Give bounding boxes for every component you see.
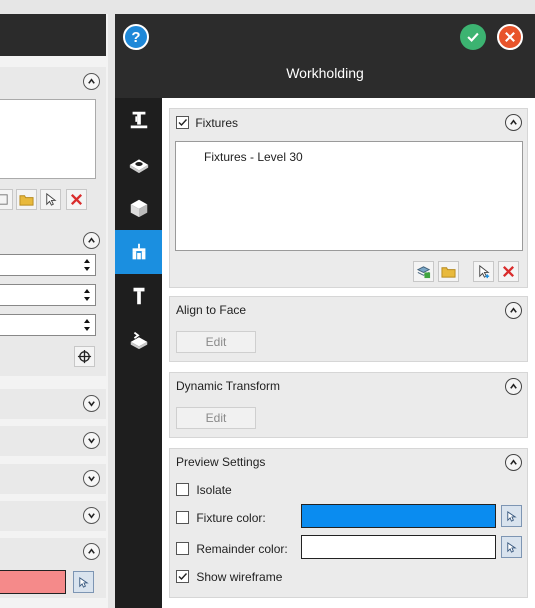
background-section-spinners (0, 226, 106, 376)
list-item[interactable]: Fixtures - Level 30 (204, 150, 303, 164)
fixtures-list[interactable]: Fixtures - Level 30 (175, 141, 523, 251)
show-wireframe-checkbox[interactable] (176, 570, 189, 584)
expand-chevron-icon[interactable] (83, 432, 100, 449)
align-edit-button[interactable]: Edit (176, 331, 256, 353)
pick-color-icon[interactable] (73, 571, 94, 593)
fixtures-checkbox[interactable] (176, 116, 189, 130)
panel-content: Fixtures Fixtures - Level 30 Align to Fa… (162, 98, 535, 608)
workholding-panel: ? Workholding Fixtures Fixtures - Level … (115, 14, 535, 608)
remainder-color-row[interactable]: Remainder color: (176, 541, 288, 556)
collapse-chevron-icon[interactable] (83, 73, 100, 90)
background-panel-header (0, 14, 106, 56)
collapse-chevron-icon[interactable] (505, 114, 522, 131)
panel-header: ? Workholding (115, 14, 535, 98)
check-icon[interactable] (460, 24, 486, 50)
isolate-checkbox[interactable] (176, 483, 189, 497)
delete-icon[interactable] (498, 261, 519, 282)
expand-chevron-icon[interactable] (83, 507, 100, 524)
remainder-color-checkbox[interactable] (176, 542, 189, 556)
fixture-color-checkbox[interactable] (176, 511, 189, 525)
preview-settings-section: Preview Settings Isolate Fixture color: … (169, 448, 528, 598)
add-stack-icon[interactable] (413, 261, 434, 282)
add-stack-icon[interactable] (0, 189, 13, 210)
open-folder-icon[interactable] (438, 261, 459, 282)
numeric-spinner[interactable] (0, 254, 96, 276)
open-folder-icon[interactable] (16, 189, 37, 210)
collapse-chevron-icon[interactable] (505, 454, 522, 471)
transform-icon[interactable] (115, 318, 162, 362)
pick-color-icon[interactable] (501, 505, 522, 527)
preview-settings-label: Preview Settings (176, 455, 266, 469)
panel-title: Workholding (286, 65, 364, 81)
background-color-section (0, 538, 106, 598)
svg-text:?: ? (131, 29, 140, 46)
stock-icon[interactable] (115, 98, 162, 142)
delete-icon[interactable] (66, 189, 87, 210)
collapse-chevron-icon[interactable] (83, 232, 100, 249)
remainder-color-label: Remainder color: (196, 541, 288, 556)
collapse-chevron-icon[interactable] (505, 378, 522, 395)
dynamic-transform-section: Dynamic Transform Edit (169, 372, 528, 438)
background-listbox[interactable] (0, 99, 96, 179)
fixture-shape-icon[interactable] (115, 142, 162, 186)
align-to-face-label: Align to Face (176, 303, 247, 317)
transform-edit-button[interactable]: Edit (176, 407, 256, 429)
align-to-face-section: Align to Face Edit (169, 296, 528, 362)
collapse-chevron-icon[interactable] (505, 302, 522, 319)
background-section-list (0, 67, 106, 230)
crosshair-icon[interactable] (74, 346, 95, 367)
background-collapsed-section (0, 501, 106, 531)
fixtures-section: Fixtures Fixtures - Level 30 (169, 108, 528, 288)
background-panel (0, 14, 108, 608)
help-icon[interactable]: ? (123, 24, 149, 50)
background-collapsed-section (0, 389, 106, 419)
show-wireframe-label: Show wireframe (196, 569, 283, 584)
fixtures-label: Fixtures (195, 115, 239, 130)
fixtures-header: Fixtures (176, 115, 238, 130)
icon-rail (115, 98, 162, 608)
isolate-label: Isolate (196, 482, 232, 497)
background-collapsed-section (0, 426, 106, 456)
fixture-color-label: Fixture color: (196, 510, 266, 525)
close-icon[interactable] (497, 24, 523, 50)
isolate-row[interactable]: Isolate (176, 482, 232, 497)
workholding-icon[interactable] (115, 230, 162, 274)
fixture-color-row[interactable]: Fixture color: (176, 510, 266, 525)
tool-holder-icon[interactable] (115, 274, 162, 318)
color-swatch[interactable] (0, 570, 66, 594)
expand-chevron-icon[interactable] (83, 470, 100, 487)
solid-box-icon[interactable] (115, 186, 162, 230)
numeric-spinner[interactable] (0, 314, 96, 336)
background-collapsed-section (0, 464, 106, 494)
remainder-color-swatch[interactable] (301, 535, 496, 559)
select-add-icon[interactable] (473, 261, 494, 282)
dynamic-transform-label: Dynamic Transform (176, 379, 281, 393)
fixture-color-swatch[interactable] (301, 504, 496, 528)
pick-color-icon[interactable] (501, 536, 522, 558)
select-add-icon[interactable] (40, 189, 61, 210)
numeric-spinner[interactable] (0, 284, 96, 306)
collapse-chevron-icon[interactable] (83, 543, 100, 560)
show-wireframe-row[interactable]: Show wireframe (176, 569, 282, 584)
expand-chevron-icon[interactable] (83, 395, 100, 412)
